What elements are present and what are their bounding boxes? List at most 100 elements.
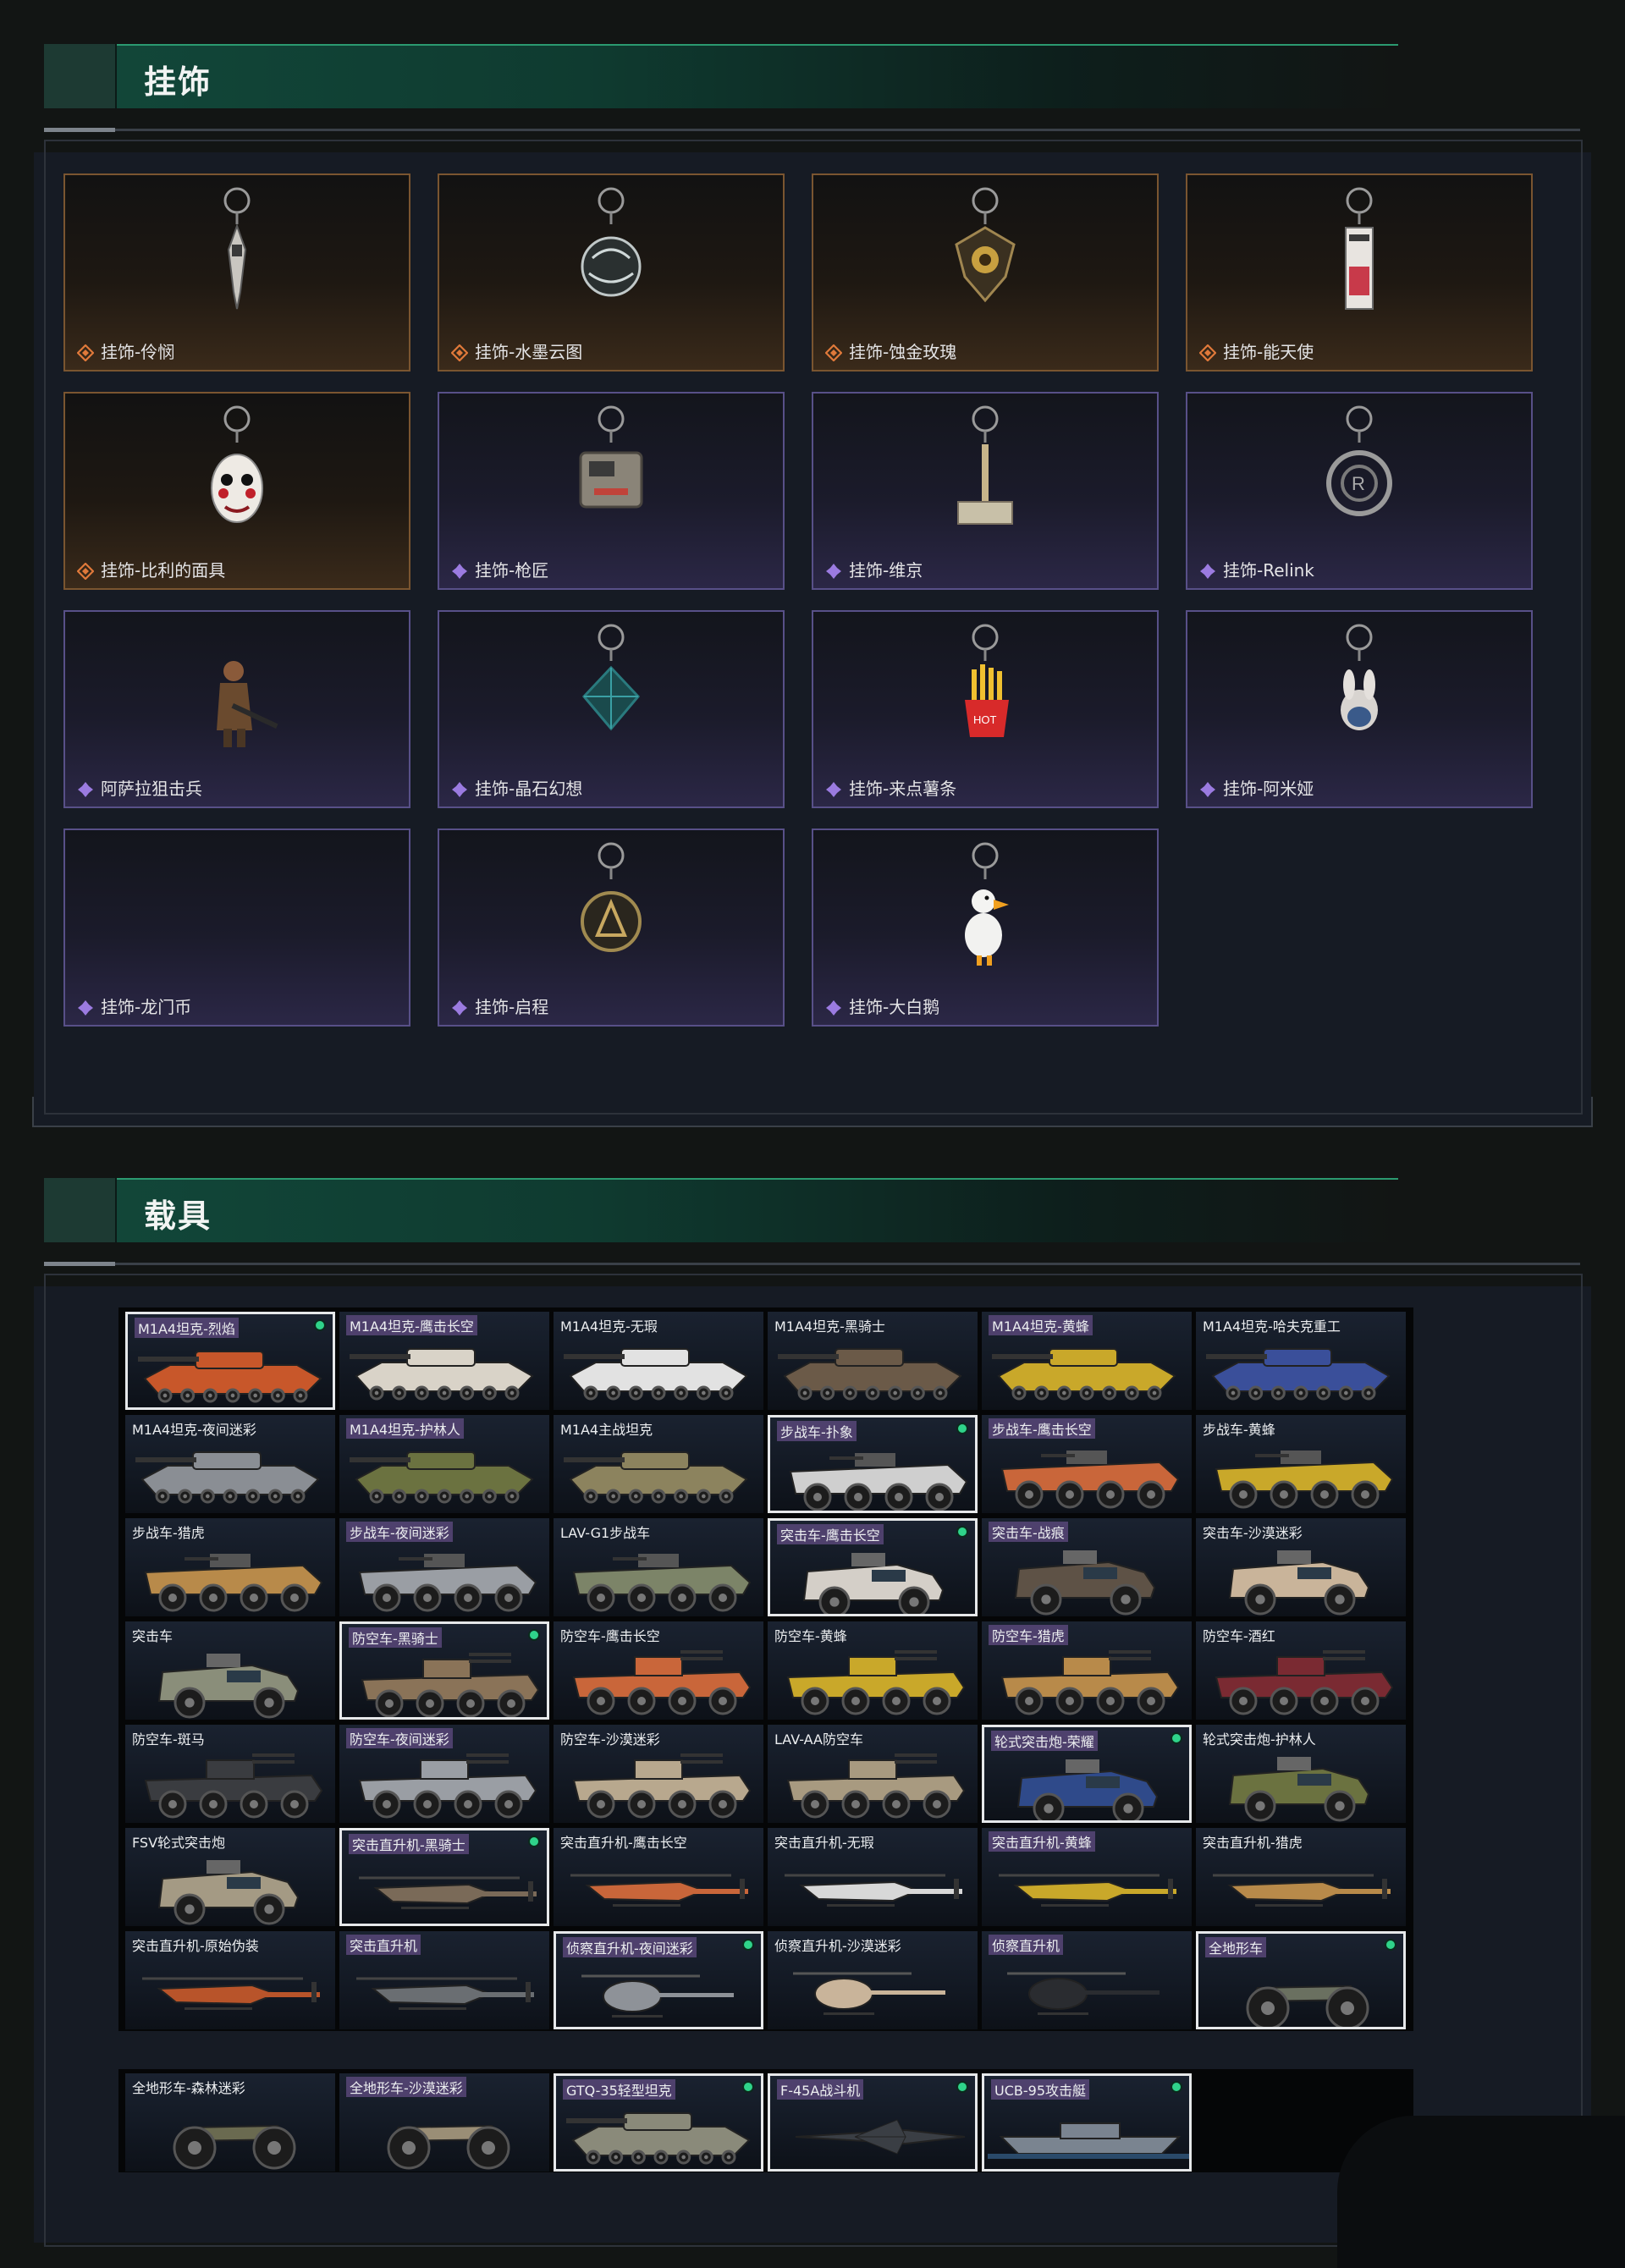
vehicle-label: M1A4坦克-护林人	[346, 1418, 464, 1439]
charm-label: 挂饰-Relink	[1223, 560, 1314, 581]
vehicle-card[interactable]: M1A4坦克-无瑕	[554, 1312, 763, 1410]
purple-rarity-icon	[825, 999, 842, 1016]
charm-card[interactable]: 挂饰-能天使	[1186, 173, 1533, 372]
charm-card[interactable]: 挂饰-启程	[438, 828, 785, 1027]
vehicle-card[interactable]: UCB-95攻击艇	[982, 2073, 1192, 2172]
header-stub	[44, 44, 117, 108]
vehicle-card[interactable]: 步战车-猎虎	[125, 1518, 335, 1616]
vehicle-card[interactable]: LAV-G1步战车	[554, 1518, 763, 1616]
vehicle-truck-icon	[1014, 1550, 1156, 1616]
vehicle-card[interactable]: 突击直升机-猎虎	[1196, 1828, 1406, 1926]
vehicle-label: LAV-AA防空车	[774, 1731, 863, 1748]
charm-card[interactable]: HOT 挂饰-来点薯条	[812, 610, 1159, 808]
vehicle-card[interactable]: 突击直升机-鹰击长空	[554, 1828, 763, 1926]
vehicle-tank-icon	[138, 1351, 322, 1403]
soldier-charm-icon	[186, 619, 288, 754]
gold-rarity-icon	[76, 562, 95, 581]
vehicle-label: 突击直升机-原始伪装	[132, 1938, 259, 1954]
vehicle-card[interactable]: 突击直升机-黑骑士	[339, 1828, 549, 1926]
vehicle-tank-icon	[350, 1348, 534, 1401]
vehicle-label: M1A4坦克-鹰击长空	[346, 1315, 477, 1335]
vehicle-card[interactable]: M1A4坦克-黑骑士	[768, 1312, 978, 1410]
vehicle-card[interactable]: M1A4坦克-护林人	[339, 1415, 549, 1513]
vehicle-card[interactable]: 全地形车-沙漠迷彩	[339, 2073, 549, 2172]
charm-card[interactable]: 挂饰-比利的面具	[63, 392, 410, 590]
vehicle-ifv-icon	[789, 1453, 968, 1511]
vehicle-card[interactable]: 突击直升机-无瑕	[768, 1828, 978, 1926]
charm-label: 挂饰-维京	[849, 560, 923, 581]
vehicle-aa-icon	[1000, 1650, 1180, 1715]
vehicle-truck-icon	[157, 1654, 300, 1719]
charm-card[interactable]: 挂饰-水墨云图	[438, 173, 785, 372]
owned-indicator-icon	[956, 1526, 968, 1538]
charm-card[interactable]: 挂饰-维京	[812, 392, 1159, 590]
vehicle-card[interactable]: 突击车-战痕	[982, 1518, 1192, 1616]
vehicle-scout-icon	[1007, 1972, 1160, 2015]
vehicle-aa-icon	[572, 1650, 752, 1715]
vehicle-card[interactable]: 防空车-夜间迷彩	[339, 1725, 549, 1823]
vehicle-card[interactable]: 防空车-黄蜂	[768, 1621, 978, 1720]
vehicle-card[interactable]: 防空车-鹰击长空	[554, 1621, 763, 1720]
vehicle-card[interactable]: 侦察直升机-夜间迷彩	[554, 1931, 763, 2029]
fries-charm-icon: HOT	[934, 619, 1036, 754]
vehicle-card[interactable]: 步战车-夜间迷彩	[339, 1518, 549, 1616]
charm-card[interactable]: 阿萨拉狙击兵	[63, 610, 410, 808]
purple-rarity-icon	[1199, 781, 1216, 798]
vehicle-card[interactable]: 轮式突击炮-荣耀	[982, 1725, 1192, 1823]
vehicle-card[interactable]: 突击直升机-原始伪装	[125, 1931, 335, 2029]
vehicle-aa-icon	[358, 1753, 537, 1819]
charms-frame-bracket	[32, 1126, 1593, 1127]
vehicle-tank-icon	[564, 1348, 748, 1401]
vehicle-heli-icon	[1213, 1874, 1391, 1907]
vehicle-card[interactable]: M1A4坦克-鹰击长空	[339, 1312, 549, 1410]
vehicle-card[interactable]: F-45A战斗机	[768, 2073, 978, 2172]
owned-indicator-icon	[742, 2081, 754, 2093]
charm-card[interactable]: 挂饰-龙门币	[63, 828, 410, 1027]
vehicle-card[interactable]: 突击车-鹰击长空	[768, 1518, 978, 1616]
vehicle-card[interactable]: 防空车-黑骑士	[339, 1621, 549, 1720]
charm-card[interactable]: 挂饰-蚀金玫瑰	[812, 173, 1159, 372]
vehicle-label: M1A4主战坦克	[560, 1422, 653, 1438]
charm-card[interactable]: 挂饰-大白鹅	[812, 828, 1159, 1027]
vehicle-card[interactable]: 突击直升机	[339, 1931, 549, 2029]
charm-card[interactable]: 挂饰-晶石幻想	[438, 610, 785, 808]
charm-card[interactable]: 挂饰-伶悯	[63, 173, 410, 372]
vehicle-card[interactable]: 突击直升机-黄蜂	[982, 1828, 1192, 1926]
vehicle-card[interactable]: M1A4坦克-黄蜂	[982, 1312, 1192, 1410]
vehicle-label: 突击直升机-鹰击长空	[560, 1835, 687, 1851]
vehicle-card[interactable]: 侦察直升机	[982, 1931, 1192, 2029]
vehicle-card[interactable]: 步战车-扑象	[768, 1415, 978, 1513]
vehicle-label: 步战车-猎虎	[132, 1525, 205, 1541]
vehicle-card[interactable]: M1A4主战坦克	[554, 1415, 763, 1513]
vehicle-card[interactable]: 防空车-酒红	[1196, 1621, 1406, 1720]
charm-label: 挂饰-来点薯条	[849, 779, 957, 799]
vehicle-card[interactable]: 轮式突击炮-护林人	[1196, 1725, 1406, 1823]
charm-label: 挂饰-大白鹅	[849, 997, 940, 1017]
vehicle-label: 突击直升机-猎虎	[1203, 1835, 1303, 1851]
purple-rarity-icon	[77, 781, 94, 798]
vehicle-card[interactable]: 突击车-沙漠迷彩	[1196, 1518, 1406, 1616]
charm-card[interactable]: R 挂饰-Relink	[1186, 392, 1533, 590]
vehicle-card[interactable]: 防空车-沙漠迷彩	[554, 1725, 763, 1823]
vehicle-card[interactable]: LAV-AA防空车	[768, 1725, 978, 1823]
charm-card[interactable]: 挂饰-枪匠	[438, 392, 785, 590]
vehicle-heli-icon	[142, 1977, 320, 2010]
vehicle-atv-icon	[1246, 1984, 1369, 2027]
vehicle-heli-icon	[999, 1874, 1176, 1907]
vehicle-card[interactable]: 侦察直升机-沙漠迷彩	[768, 1931, 978, 2029]
vehicle-card[interactable]: 步战车-黄蜂	[1196, 1415, 1406, 1513]
charm-card[interactable]: 挂饰-阿米娅	[1186, 610, 1533, 808]
vehicle-card[interactable]: M1A4坦克-夜间迷彩	[125, 1415, 335, 1513]
vehicle-card[interactable]: GTQ-35轻型坦克	[554, 2073, 763, 2172]
vehicle-card[interactable]: 全地形车-森林迷彩	[125, 2073, 335, 2172]
vehicle-truck-icon	[1228, 1550, 1370, 1616]
vehicle-card[interactable]: FSV轮式突击炮	[125, 1828, 335, 1926]
vehicle-card[interactable]: 突击车	[125, 1621, 335, 1720]
vehicle-card[interactable]: M1A4坦克-哈夫克重工	[1196, 1312, 1406, 1410]
vehicle-card[interactable]: M1A4坦克-烈焰	[125, 1312, 335, 1410]
vehicle-card[interactable]: 步战车-鹰击长空	[982, 1415, 1192, 1513]
vehicle-card[interactable]: 防空车-斑马	[125, 1725, 335, 1823]
vehicle-card[interactable]: 防空车-猎虎	[982, 1621, 1192, 1720]
vehicle-label: M1A4坦克-烈焰	[135, 1318, 239, 1338]
vehicle-card[interactable]: 全地形车	[1196, 1931, 1406, 2029]
